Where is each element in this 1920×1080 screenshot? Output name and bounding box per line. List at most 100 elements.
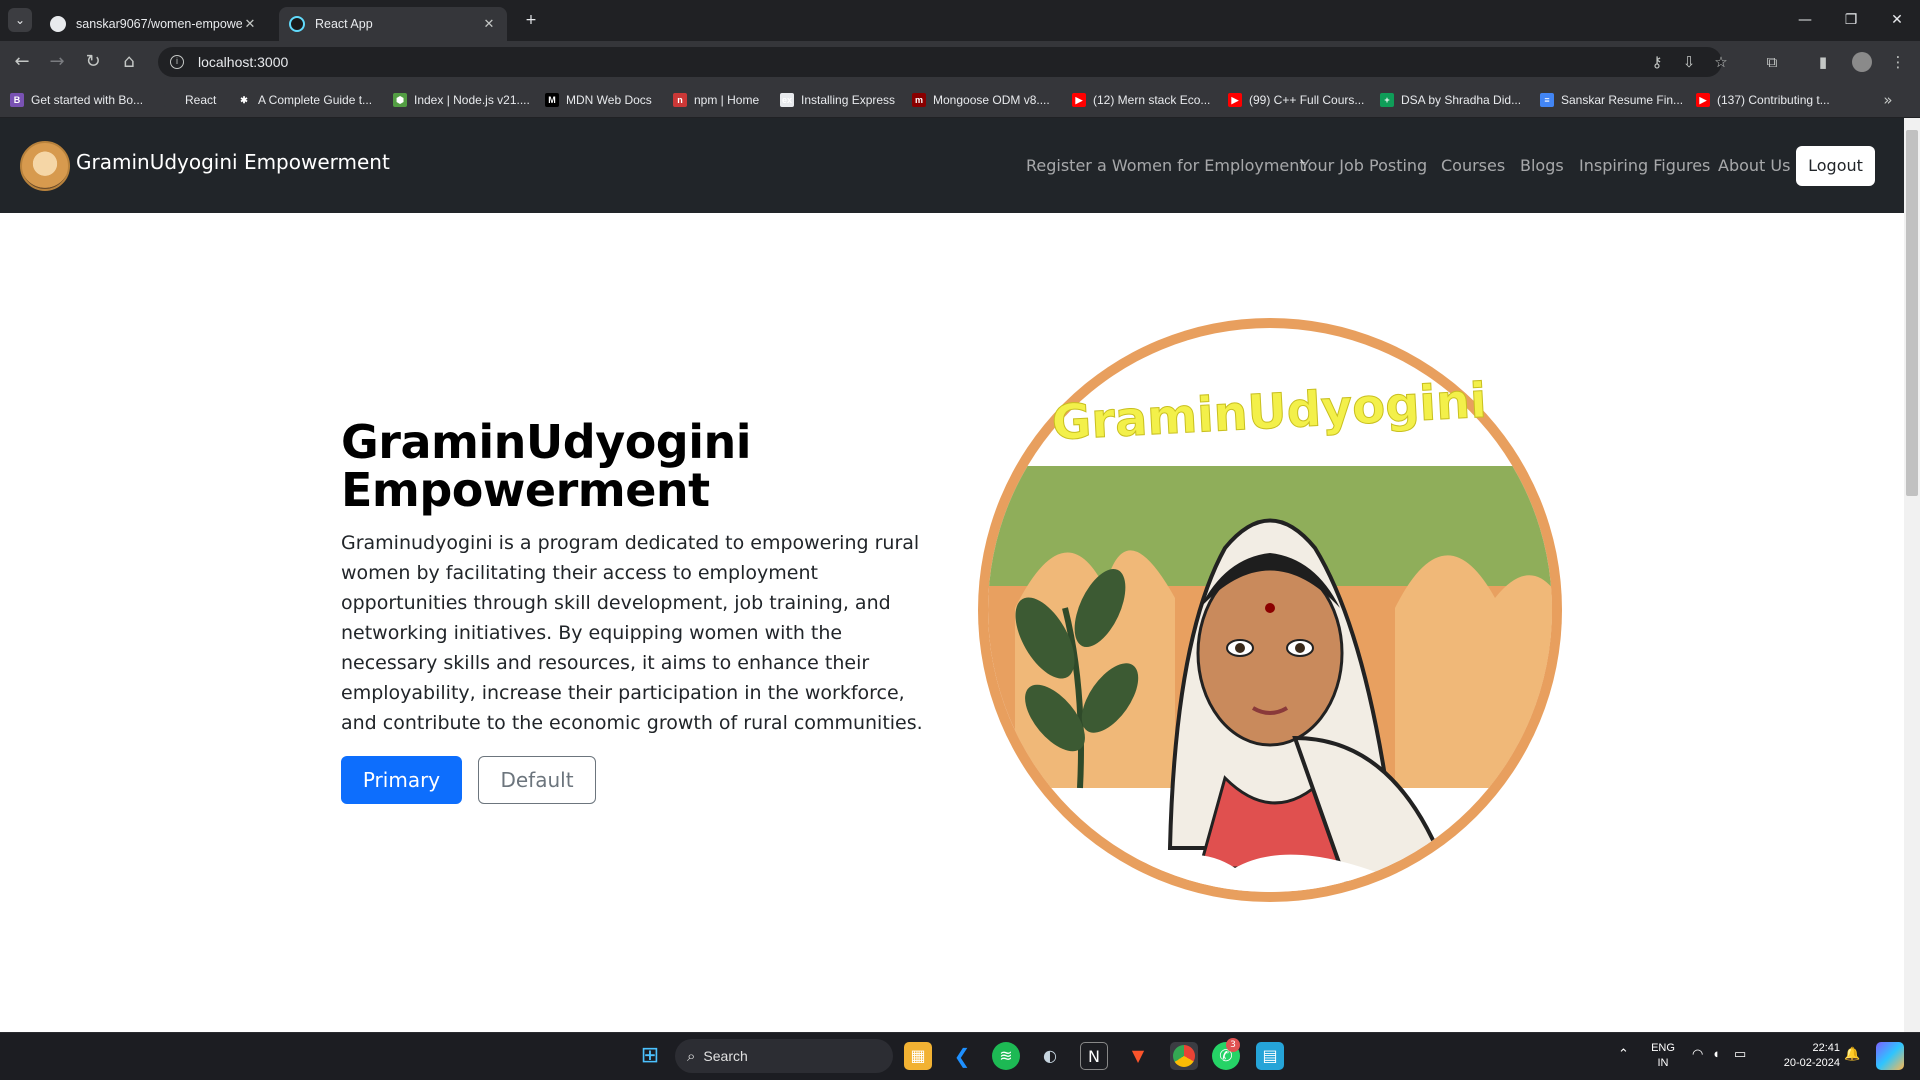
bookmark-item[interactable]: m Mongoose ODM v8.... (912, 90, 1050, 110)
side-panel-icon[interactable]: ▮ (1813, 52, 1833, 72)
primary-button[interactable]: Primary (341, 756, 462, 804)
wifi-icon[interactable]: ◠ (1692, 1046, 1703, 1062)
region-code: IN (1657, 1057, 1669, 1069)
password-key-icon[interactable]: ⚷ (1647, 52, 1667, 72)
site-info-icon[interactable]: i (170, 55, 184, 69)
new-tab-plus-icon[interactable]: + (518, 8, 544, 32)
brand-name[interactable]: GraminUdyogini Empowerment (76, 150, 390, 174)
nav-job-posting[interactable]: Your Job Posting (1300, 156, 1427, 175)
close-tab-icon[interactable]: ✕ (242, 17, 258, 32)
close-window-icon[interactable]: ✕ (1874, 8, 1920, 32)
microsoft-store-icon[interactable]: ▦ (904, 1042, 932, 1070)
tab-title: React App (315, 17, 373, 31)
profile-avatar-icon[interactable] (1852, 52, 1872, 72)
notification-bell-icon[interactable]: 🔔 (1844, 1046, 1860, 1062)
hero-description: Graminudyogini is a program dedicated to… (341, 532, 923, 734)
clock[interactable]: 22:41 20-02-2024 (1760, 1041, 1840, 1071)
nav-blogs[interactable]: Blogs (1520, 156, 1564, 175)
bookmark-item[interactable]: React (164, 90, 216, 110)
vscode-icon[interactable]: ❮ (948, 1042, 976, 1070)
bookmark-item[interactable]: ≡ Sanskar Resume Fin... (1540, 90, 1683, 110)
web-page: GraminUdyogini Empowerment Register a Wo… (0, 118, 1904, 1032)
bookmark-item[interactable]: ✱ A Complete Guide t... (237, 90, 372, 110)
steam-icon[interactable]: ◐ (1036, 1042, 1064, 1070)
clock-date: 20-02-2024 (1783, 1057, 1840, 1069)
windows-start-icon[interactable]: ⊞ (636, 1042, 664, 1070)
language-code: ENG (1651, 1042, 1675, 1054)
battery-icon[interactable]: ▭ (1734, 1046, 1746, 1062)
github-icon (50, 16, 66, 32)
tab-search-icon[interactable]: ⌄ (8, 8, 32, 32)
bookmark-label: Mongoose ODM v8.... (933, 93, 1050, 107)
bookmark-label: Get started with Bo... (31, 93, 144, 107)
install-app-icon[interactable]: ⇩ (1679, 52, 1699, 72)
nav-about-us[interactable]: About Us (1718, 156, 1790, 175)
copilot-icon[interactable] (1876, 1042, 1904, 1070)
close-tab-icon[interactable]: ✕ (481, 17, 497, 32)
tab-title: sanskar9067/women-empowerm (76, 17, 242, 31)
hero-title: GraminUdyogini Empowerment (341, 415, 752, 517)
default-button[interactable]: Default (478, 756, 596, 804)
bookmark-favicon-icon: m (912, 93, 926, 107)
search-placeholder: Search (703, 1048, 748, 1064)
show-hidden-icons-chevron-icon[interactable]: ⌃ (1618, 1046, 1629, 1062)
minimize-icon[interactable]: — (1782, 8, 1828, 32)
volume-icon[interactable]: ◖ (1712, 1046, 1720, 1061)
bookmark-favicon-icon (164, 93, 178, 107)
logout-button[interactable]: Logout (1796, 146, 1875, 186)
notion-icon[interactable]: N (1080, 1042, 1108, 1070)
forward-arrow-icon[interactable]: → (44, 49, 70, 75)
clock-time: 22:41 (1812, 1042, 1840, 1054)
graminudyogini-logo-image: GraminUdyogini (978, 318, 1562, 902)
url-text: localhost:3000 (198, 54, 289, 70)
brand-logo-icon[interactable] (20, 141, 70, 191)
tab-react-app[interactable]: React App ✕ (279, 7, 507, 41)
more-bookmarks-icon[interactable]: » (1878, 90, 1898, 110)
bookmark-favicon-icon: ✱ (237, 93, 251, 107)
bookmark-favicon-icon: ▶ (1696, 93, 1710, 107)
notepad-icon[interactable]: ▤ (1256, 1042, 1284, 1070)
bookmark-label: DSA by Shradha Did... (1401, 93, 1522, 107)
bookmark-star-icon[interactable]: ☆ (1711, 52, 1731, 72)
bookmark-item[interactable]: + DSA by Shradha Did... (1380, 90, 1521, 110)
brave-icon[interactable]: ▼ (1124, 1042, 1152, 1070)
address-bar[interactable]: i localhost:3000 (158, 47, 1722, 77)
bookmark-item[interactable]: M MDN Web Docs (545, 90, 652, 110)
bookmark-item[interactable]: ▶ (137) Contributing t... (1696, 90, 1830, 110)
whatsapp-badge: 3 (1226, 1038, 1240, 1052)
chrome-icon[interactable] (1170, 1042, 1198, 1070)
bookmark-item[interactable]: ▶ (99) C++ Full Cours... (1228, 90, 1364, 110)
search-icon: ⌕ (687, 1047, 696, 1065)
spotify-icon[interactable]: ≋ (992, 1042, 1020, 1070)
bookmark-label: Index | Node.js v21.... (414, 93, 530, 107)
extensions-puzzle-icon[interactable]: ⧉ (1762, 52, 1782, 72)
language-indicator[interactable]: ENG IN (1650, 1041, 1676, 1071)
nav-courses[interactable]: Courses (1441, 156, 1505, 175)
bookmark-favicon-icon: n (673, 93, 687, 107)
bookmark-favicon-icon: ▶ (1072, 93, 1086, 107)
browser-menu-icon[interactable]: ⋮ (1888, 52, 1908, 72)
bookmark-label: React (185, 93, 217, 107)
restore-icon[interactable]: ❐ (1828, 8, 1874, 32)
bookmark-favicon-icon: ex (780, 93, 794, 107)
tab-github[interactable]: sanskar9067/women-empowerm ✕ (40, 7, 268, 41)
nav-inspiring-figures[interactable]: Inspiring Figures (1579, 156, 1710, 175)
scrollbar-thumb[interactable] (1906, 130, 1918, 496)
reload-icon[interactable]: ↻ (80, 49, 106, 75)
bookmark-item[interactable]: ex Installing Express (780, 90, 895, 110)
bookmark-favicon-icon: ▶ (1228, 93, 1242, 107)
browser-tab-bar: ⌄ sanskar9067/women-empowerm ✕ React App… (0, 0, 1920, 41)
bookmark-item[interactable]: ⬢ Index | Node.js v21.... (393, 90, 530, 110)
bookmark-label: (12) Mern stack Eco... (1093, 93, 1211, 107)
taskbar-search[interactable]: ⌕ Search (675, 1039, 893, 1073)
react-icon (289, 16, 305, 32)
nav-register-women[interactable]: Register a Women for Employment (1026, 156, 1306, 175)
bookmark-item[interactable]: n npm | Home (673, 90, 759, 110)
bookmark-favicon-icon: ≡ (1540, 93, 1554, 107)
home-icon[interactable]: ⌂ (116, 49, 142, 75)
bookmark-item[interactable]: ▶ (12) Mern stack Eco... (1072, 90, 1210, 110)
bookmark-item[interactable]: B Get started with Bo... (10, 90, 143, 110)
back-arrow-icon[interactable]: ← (9, 49, 35, 75)
bookmark-label: Sanskar Resume Fin... (1561, 93, 1684, 107)
bookmark-label: (137) Contributing t... (1717, 93, 1830, 107)
